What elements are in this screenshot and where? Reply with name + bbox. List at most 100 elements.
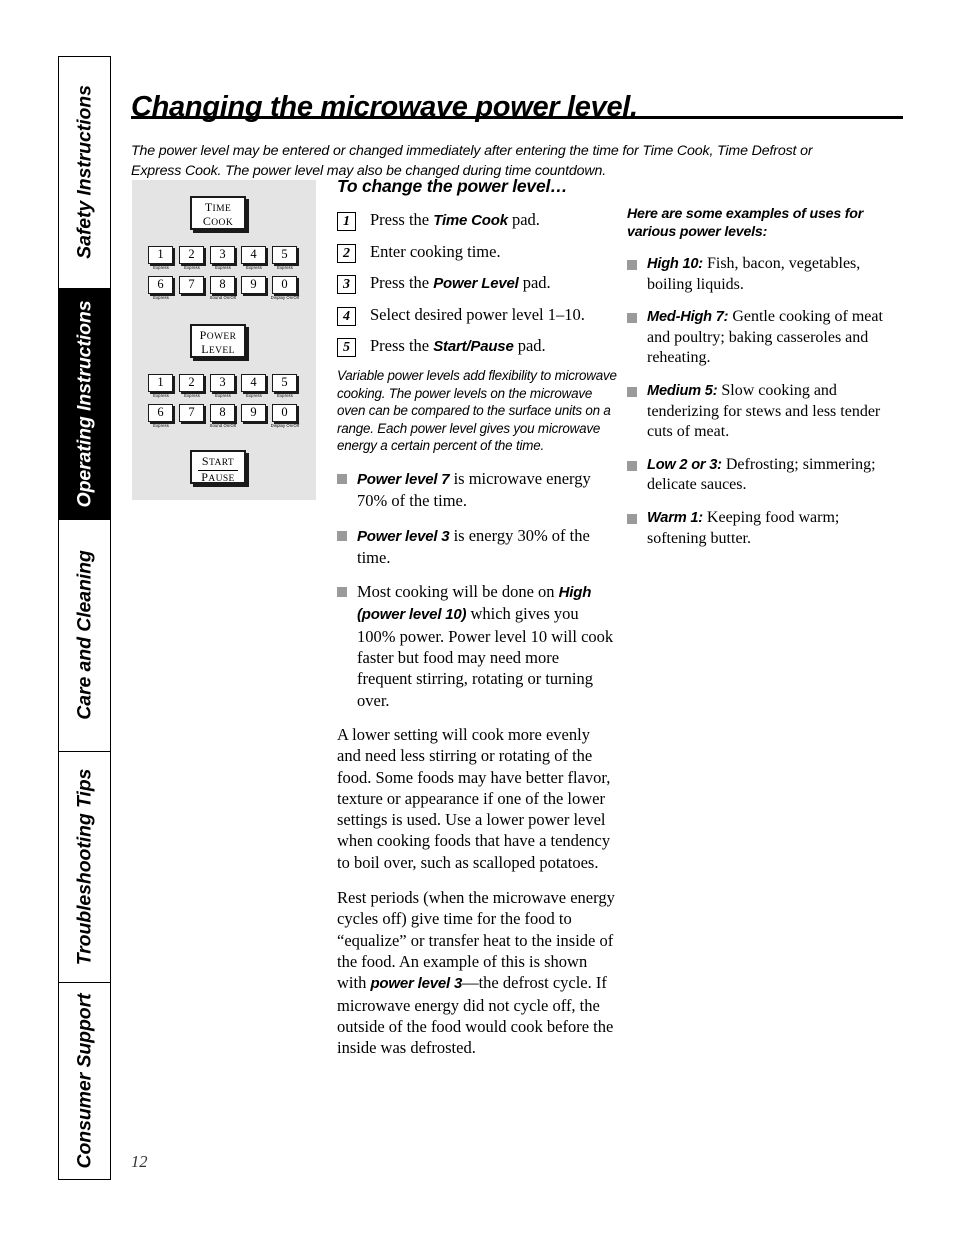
number-key-8[interactable]: 8 (210, 404, 235, 422)
bullet-bold-label: Power level 3 (357, 527, 450, 545)
number-key-8[interactable]: 8 (210, 276, 235, 294)
step-text-after: pad. (518, 273, 551, 292)
step-text-before: Press the (370, 210, 434, 229)
number-key-9[interactable]: 9 (241, 404, 266, 422)
number-key-5[interactable]: 5 (272, 374, 297, 392)
number-key-label: 3 (219, 375, 226, 389)
number-key-label: 4 (250, 375, 257, 389)
time-cook-pad-line1: TIME (204, 200, 232, 214)
number-key-label: 5 (281, 247, 288, 261)
power-level-pad[interactable]: POWER LEVEL (190, 324, 246, 358)
sidebar-item-label: Consumer Support (73, 993, 95, 1169)
number-key-6[interactable]: 6 (148, 276, 173, 294)
step-number: 1 (337, 211, 356, 231)
number-key-label: 7 (188, 277, 195, 291)
number-key-6-sublabel: Express (153, 422, 169, 429)
number-key-label: 2 (188, 247, 195, 261)
variable-power-note: Variable power levels add flexibility to… (337, 368, 617, 454)
power-level-pad-line2: LEVEL (201, 341, 235, 356)
example-bullet-med-high-7: Med-High 7: Gentle cooking of meat and p… (627, 307, 895, 369)
number-key-0[interactable]: 0 (272, 404, 297, 422)
number-key-label: 9 (250, 277, 257, 291)
sidebar-item-care-and-cleaning[interactable]: Care and Cleaning (59, 520, 110, 752)
number-key-3[interactable]: 3 (210, 246, 235, 264)
examples-column: Here are some examples of uses for vario… (627, 205, 895, 561)
start-pause-pad-line2: PAUSE (201, 470, 235, 484)
step-text-before: Select desired power level 1–10. (370, 305, 585, 324)
example-bullet-medium-5: Medium 5: Slow cooking and tenderizing f… (627, 381, 895, 443)
step-text-bold: Time Cook (433, 212, 508, 229)
sidebar-item-label: Care and Cleaning (73, 550, 95, 721)
page-title: Changing the microwave power level. (131, 91, 638, 124)
sidebar-item-consumer-support[interactable]: Consumer Support (59, 983, 110, 1180)
step-text-before: Press the (370, 336, 434, 355)
body-paragraph: A lower setting will cook more evenly an… (337, 724, 611, 872)
step-text-before: Press the (370, 273, 434, 292)
page-number: 12 (131, 1152, 148, 1171)
number-key-1[interactable]: 1 (148, 246, 173, 264)
number-key-label: 4 (250, 247, 257, 261)
section-tab-strip: Safety Instructions Operating Instructio… (58, 56, 111, 1180)
number-key-row: 6 Express 7 8 Sound On/Off 9 0 Display O… (148, 276, 300, 306)
step-number: 3 (337, 274, 356, 294)
title-divider (131, 116, 903, 120)
example-bullet-warm-1: Warm 1: Keeping food warm; softening but… (627, 508, 895, 549)
control-panel-diagram: TIME COOK 1 Express 2 Express 3 Express … (132, 180, 316, 500)
step-text-before: Enter cooking time. (370, 242, 501, 261)
step-text-bold: Start/Pause (433, 338, 514, 355)
number-key-6[interactable]: 6 (148, 404, 173, 422)
start-pause-pad[interactable]: START PAUSE (190, 450, 246, 484)
number-key-label: 7 (188, 405, 195, 419)
number-key-3[interactable]: 3 (210, 374, 235, 392)
number-key-9[interactable]: 9 (241, 276, 266, 294)
number-key-5[interactable]: 5 (272, 246, 297, 264)
step-number: 4 (337, 306, 356, 326)
paragraph-bold: power level 3 (370, 975, 463, 993)
number-key-0[interactable]: 0 (272, 276, 297, 294)
number-key-label: 0 (281, 277, 288, 291)
bullet-bold-label: Warm 1: (647, 509, 703, 526)
number-key-7[interactable]: 7 (179, 276, 204, 294)
step-item: 2 Enter cooking time. (337, 241, 617, 263)
number-key-4[interactable]: 4 (241, 374, 266, 392)
step-text-bold: Power Level (433, 275, 519, 292)
step-item: 3 Press the Power Level pad. (337, 272, 617, 294)
sidebar-item-troubleshooting-tips[interactable]: Troubleshooting Tips (59, 751, 110, 984)
number-key-0-sublabel: Display On/Off (270, 422, 300, 429)
number-key-6-sublabel: Express (153, 294, 169, 301)
number-key-label: 1 (157, 247, 164, 261)
number-key-2[interactable]: 2 (179, 374, 204, 392)
number-key-label: 3 (219, 247, 226, 261)
bullet-text-prefix: Most cooking will be done on (357, 582, 559, 602)
number-key-label: 1 (157, 375, 164, 389)
power-level-bullet: Power level 3 is energy 30% of the time. (337, 525, 617, 569)
example-bullet-low-2-or-3: Low 2 or 3: Defrosting; simmering; delic… (627, 455, 895, 496)
bullet-bold-label: Medium 5: (647, 382, 718, 399)
bullet-bold-label: Low 2 or 3: (647, 456, 722, 473)
step-number: 5 (337, 337, 356, 357)
number-key-label: 9 (250, 405, 257, 419)
time-cook-pad[interactable]: TIME COOK (190, 196, 246, 230)
number-key-row: 6 Express 7 8 Sound On/Off 9 0 Display O… (148, 404, 300, 434)
bullet-bold-label: Med-High 7: (647, 309, 729, 326)
sidebar-item-safety-instructions[interactable]: Safety Instructions (59, 57, 110, 289)
number-keypad-bottom: 1 Express 2 Express 3 Express 4 Express … (148, 374, 300, 434)
number-key-5-sublabel: Express (277, 392, 293, 399)
time-cook-pad-line2: COOK (202, 213, 234, 228)
number-key-5-sublabel: Express (277, 264, 293, 271)
number-key-4[interactable]: 4 (241, 246, 266, 264)
step-text-after: pad. (513, 336, 546, 355)
number-key-label: 2 (188, 375, 195, 389)
number-key-2[interactable]: 2 (179, 246, 204, 264)
number-key-row: 1 Express 2 Express 3 Express 4 Express … (148, 246, 300, 276)
power-level-bullet: Power level 7 is microwave energy 70% of… (337, 468, 617, 512)
number-key-label: 5 (281, 375, 288, 389)
sidebar-item-operating-instructions[interactable]: Operating Instructions (59, 288, 110, 521)
step-number: 2 (337, 243, 356, 263)
number-key-7[interactable]: 7 (179, 404, 204, 422)
sidebar-item-label: Troubleshooting Tips (73, 768, 95, 966)
step-item: 4 Select desired power level 1–10. (337, 304, 617, 326)
bullet-bold-label: Power level 7 (357, 470, 450, 488)
power-level-bullet: Most cooking will be done on High (power… (337, 581, 617, 711)
number-key-1[interactable]: 1 (148, 374, 173, 392)
